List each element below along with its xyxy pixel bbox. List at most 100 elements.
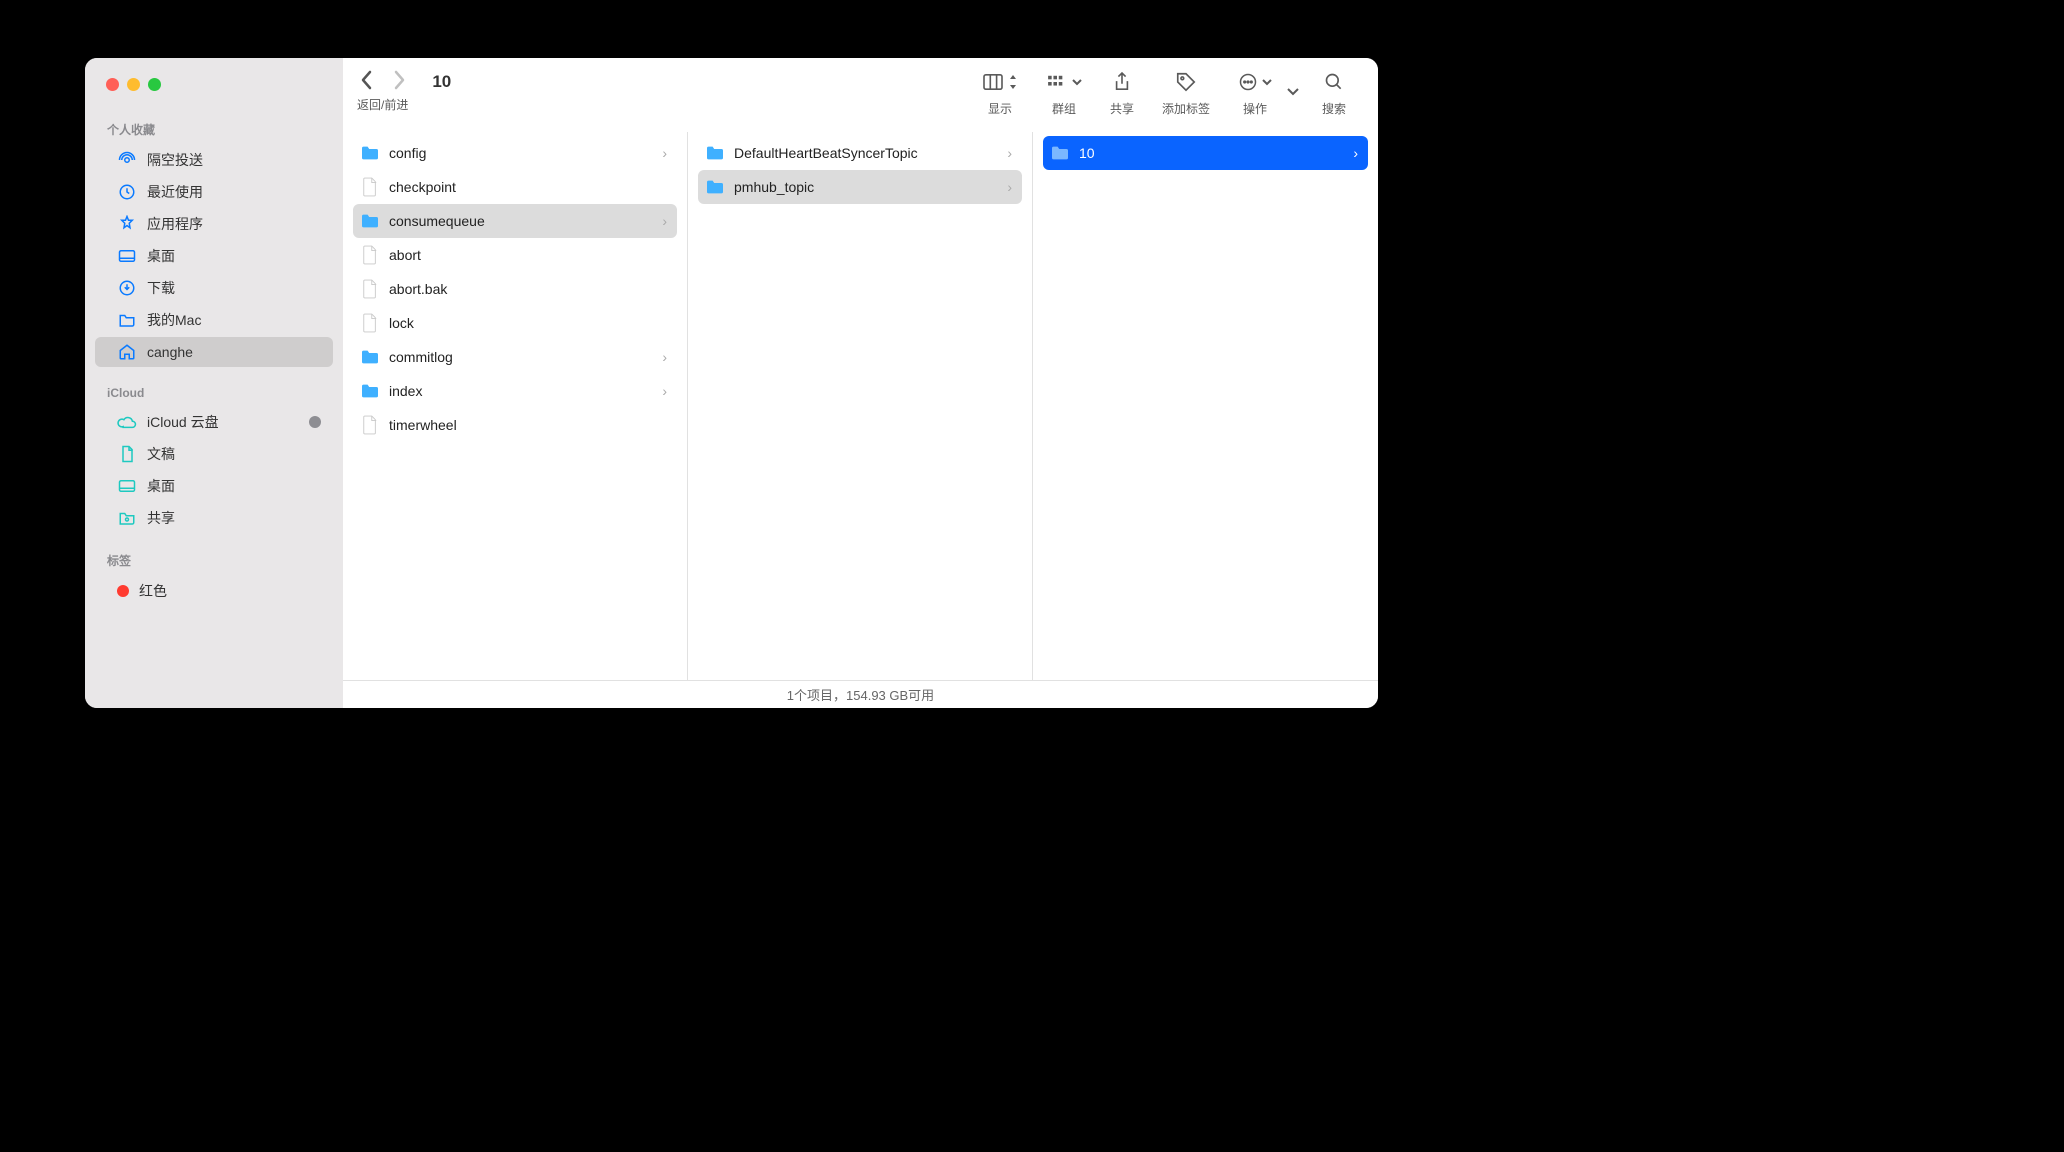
sidebar-item-label: 红色 — [139, 581, 321, 601]
sidebar-item-airdrop[interactable]: 隔空投送 — [95, 145, 333, 175]
action-button[interactable]: 操作 — [1238, 70, 1272, 117]
row-label: commitlog — [389, 349, 662, 365]
folder-icon — [359, 380, 381, 402]
search-icon — [1324, 70, 1344, 94]
finder-window: 个人收藏 隔空投送 最近使用 应用程序 桌面 — [85, 58, 1378, 708]
row-label: 10 — [1079, 145, 1353, 161]
toolbar-label: 操作 — [1243, 100, 1267, 117]
file-icon — [359, 312, 381, 334]
toolbar-label: 群组 — [1052, 100, 1076, 117]
sidebar-item-label: iCloud 云盘 — [147, 412, 309, 432]
column-3: 10› — [1033, 132, 1378, 680]
sidebar-item-my-mac[interactable]: 我的Mac — [95, 305, 333, 335]
sidebar-item-label: 桌面 — [147, 476, 321, 496]
sidebar-item-downloads[interactable]: 下载 — [95, 273, 333, 303]
apps-icon — [117, 214, 137, 234]
sidebar-item-applications[interactable]: 应用程序 — [95, 209, 333, 239]
cloud-icon — [117, 412, 137, 432]
sidebar-item-recents[interactable]: 最近使用 — [95, 177, 333, 207]
sidebar-item-label: 我的Mac — [147, 310, 321, 330]
sidebar-item-label: 最近使用 — [147, 182, 321, 202]
folder-icon — [704, 176, 726, 198]
chevron-right-icon: › — [1353, 145, 1358, 161]
share-icon — [1113, 70, 1131, 94]
sidebar-item-documents[interactable]: 文稿 — [95, 439, 333, 469]
file-icon — [359, 244, 381, 266]
chevron-right-icon: › — [662, 145, 667, 161]
forward-button[interactable] — [392, 70, 406, 90]
sidebar-item-label: 文稿 — [147, 444, 321, 464]
folder-icon — [359, 346, 381, 368]
toolbar-label: 共享 — [1110, 100, 1134, 117]
columns-icon — [982, 70, 1018, 94]
sidebar-item-label: 下载 — [147, 278, 321, 298]
search-button[interactable]: 搜索 — [1322, 70, 1346, 117]
folder-icon — [359, 142, 381, 164]
column-1: config›checkpointconsumequeue›abortabort… — [343, 132, 688, 680]
close-window-button[interactable] — [106, 78, 119, 91]
page-title: 10 — [418, 70, 451, 92]
chevron-right-icon: › — [1007, 145, 1012, 161]
folder-row[interactable]: consumequeue› — [353, 204, 677, 238]
tag-dot-icon — [117, 585, 129, 597]
folder-row[interactable]: commitlog› — [353, 340, 677, 374]
row-label: config — [389, 145, 662, 161]
sidebar-section-favorites: 个人收藏 — [85, 115, 343, 144]
desktop-icon — [117, 246, 137, 266]
sidebar-item-tag-red[interactable]: 红色 — [95, 576, 333, 606]
sidebar-item-desktop[interactable]: 桌面 — [95, 241, 333, 271]
back-button[interactable] — [360, 70, 374, 90]
toolbar-overflow-button[interactable] — [1286, 87, 1300, 115]
sidebar-item-shared[interactable]: 共享 — [95, 503, 333, 533]
file-icon — [359, 414, 381, 436]
file-row[interactable]: abort.bak — [353, 272, 677, 306]
row-label: timerwheel — [389, 417, 667, 433]
file-icon — [359, 176, 381, 198]
chevron-right-icon: › — [662, 383, 667, 399]
folder-row[interactable]: config› — [353, 136, 677, 170]
view-mode-button[interactable]: 显示 — [982, 70, 1018, 117]
group-button[interactable]: 群组 — [1046, 70, 1082, 117]
file-row[interactable]: lock — [353, 306, 677, 340]
group-icon — [1046, 70, 1082, 94]
folder-row[interactable]: DefaultHeartBeatSyncerTopic› — [698, 136, 1022, 170]
column-2: DefaultHeartBeatSyncerTopic›pmhub_topic› — [688, 132, 1033, 680]
sidebar-item-icloud-drive[interactable]: iCloud 云盘 — [95, 407, 333, 437]
file-row[interactable]: timerwheel — [353, 408, 677, 442]
nav-group: 返回/前进 — [357, 70, 408, 113]
folder-row[interactable]: pmhub_topic› — [698, 170, 1022, 204]
sidebar-item-label: canghe — [147, 344, 321, 360]
share-button[interactable]: 共享 — [1110, 70, 1134, 117]
sidebar-item-icloud-desktop[interactable]: 桌面 — [95, 471, 333, 501]
sync-status-dot — [309, 416, 321, 428]
toolbar-label: 搜索 — [1322, 100, 1346, 117]
home-icon — [117, 342, 137, 362]
row-label: index — [389, 383, 662, 399]
sidebar-item-label: 共享 — [147, 508, 321, 528]
file-row[interactable]: checkpoint — [353, 170, 677, 204]
toolbar-label: 添加标签 — [1162, 100, 1210, 117]
minimize-window-button[interactable] — [127, 78, 140, 91]
tag-button[interactable]: 添加标签 — [1162, 70, 1210, 117]
sidebar-section-icloud: iCloud — [85, 380, 343, 406]
chevron-right-icon: › — [1007, 179, 1012, 195]
sidebar-item-label: 桌面 — [147, 246, 321, 266]
column-view: config›checkpointconsumequeue›abortabort… — [343, 132, 1378, 680]
download-icon — [117, 278, 137, 298]
status-bar: 1个项目，154.93 GB可用 — [343, 680, 1378, 708]
zoom-window-button[interactable] — [148, 78, 161, 91]
file-row[interactable]: abort — [353, 238, 677, 272]
row-label: abort — [389, 247, 667, 263]
toolbar: 返回/前进 10 显示 群组 — [343, 58, 1378, 132]
folder-icon — [359, 210, 381, 232]
folder-row[interactable]: 10› — [1043, 136, 1368, 170]
shared-folder-icon — [117, 508, 137, 528]
sidebar-item-label: 应用程序 — [147, 214, 321, 234]
main-pane: 返回/前进 10 显示 群组 — [343, 58, 1378, 708]
chevron-right-icon: › — [662, 349, 667, 365]
window-controls — [85, 78, 343, 115]
sidebar-item-home[interactable]: canghe — [95, 337, 333, 367]
folder-row[interactable]: index› — [353, 374, 677, 408]
desktop-icon — [117, 476, 137, 496]
sidebar-section-tags: 标签 — [85, 546, 343, 575]
